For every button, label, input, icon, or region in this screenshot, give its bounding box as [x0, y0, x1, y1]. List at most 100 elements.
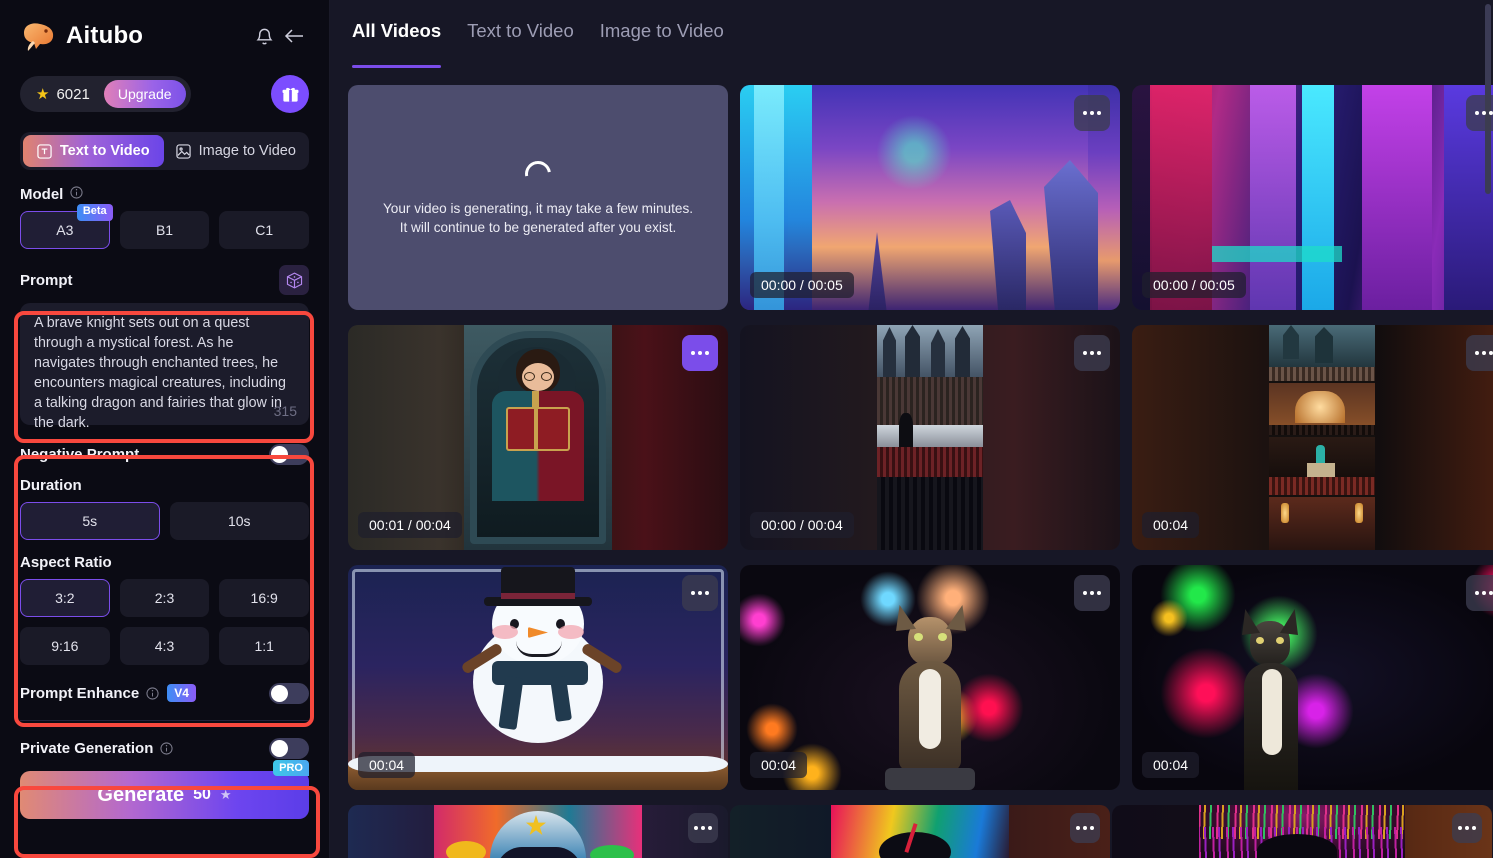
generate-button[interactable]: Generate 50 ★ PRO	[20, 760, 309, 819]
video-timestamp: 00:04	[1142, 752, 1200, 778]
main-content: All Videos Text to Video Image to Video …	[330, 0, 1493, 858]
video-card[interactable]: 00:04	[1132, 565, 1493, 790]
aspect-ratio-label: Aspect Ratio	[20, 554, 112, 571]
video-timestamp: 00:01 / 00:04	[358, 512, 462, 538]
prompt-label: Prompt	[20, 271, 73, 289]
prompt-input[interactable]: A brave knight sets out on a quest throu…	[20, 303, 309, 431]
info-icon[interactable]	[146, 686, 159, 700]
aspect-ratio-1-1[interactable]: 1:1	[219, 627, 310, 665]
more-options-icon[interactable]	[682, 575, 718, 611]
more-options-icon[interactable]	[1074, 335, 1110, 371]
mode-image-to-video-label: Image to Video	[198, 143, 296, 159]
prompt-enhance-toggle[interactable]	[269, 682, 309, 704]
video-thumbnail	[1112, 805, 1492, 858]
video-card[interactable]: 00:04	[740, 565, 1120, 790]
aspect-ratio-4-3[interactable]: 4:3	[119, 627, 210, 665]
duration-options: 5s 10s	[20, 502, 309, 540]
duration-label: Duration	[20, 477, 82, 494]
video-card[interactable]: 00:04	[1132, 325, 1493, 550]
beta-badge: Beta	[76, 204, 113, 221]
video-timestamp: 00:04	[358, 752, 416, 778]
info-icon[interactable]	[70, 186, 83, 203]
notification-bell-icon[interactable]	[249, 21, 279, 51]
aspect-ratio-2-3[interactable]: 2:3	[119, 579, 210, 617]
star-icon: ★	[219, 787, 232, 802]
credits-row: ★ 6021 Upgrade	[0, 58, 329, 118]
app-root: Aitubo ★ 6021 Upgrade Text to Video Imag…	[0, 0, 1493, 858]
video-timestamp: 00:00 / 00:04	[750, 512, 854, 538]
pending-line-2: It will continue to be generated after y…	[399, 219, 677, 235]
video-card[interactable]: 00:01 / 00:04	[348, 325, 728, 550]
mode-text-to-video[interactable]: Text to Video	[23, 135, 164, 167]
tab-all-videos[interactable]: All Videos	[352, 20, 442, 68]
negative-prompt-label: Negative Prompt	[20, 445, 140, 463]
credit-balance-pill[interactable]: ★ 6021 Upgrade	[20, 76, 191, 112]
video-card[interactable]: 00:04	[348, 565, 728, 790]
more-options-icon[interactable]	[1466, 575, 1493, 611]
model-options: A3 Beta B1 C1	[20, 204, 310, 249]
mode-switch: Text to Video Image to Video	[20, 132, 309, 170]
dice-icon[interactable]	[279, 265, 309, 295]
video-timestamp: 00:00 / 00:05	[1142, 272, 1246, 298]
pro-badge: PRO	[273, 760, 309, 776]
prompt-enhance-label: Prompt Enhance	[20, 684, 140, 702]
private-generation-row: Private Generation	[20, 731, 309, 765]
generate-label: Generate	[97, 783, 185, 806]
aspect-ratio-3-2[interactable]: 3:2	[20, 579, 110, 617]
more-options-icon[interactable]	[1466, 335, 1493, 371]
pending-video-card[interactable]: Your video is generating, it may take a …	[348, 85, 728, 310]
more-options-icon[interactable]	[1452, 813, 1482, 843]
video-timestamp: 00:00 / 00:05	[750, 272, 854, 298]
generate-cost: 50	[193, 786, 211, 803]
aspect-ratio-9-16[interactable]: 9:16	[20, 627, 110, 665]
model-section-label: Model	[20, 186, 309, 203]
video-card[interactable]: 00:00 / 00:05	[1132, 85, 1493, 310]
more-options-icon[interactable]	[1074, 575, 1110, 611]
private-generation-toggle[interactable]	[269, 737, 309, 759]
model-option-a3[interactable]: A3 Beta	[20, 204, 113, 249]
video-card[interactable]	[1112, 805, 1492, 858]
model-option-c1[interactable]: C1	[219, 211, 310, 249]
model-option-a3-label: A3	[56, 222, 74, 238]
brand-row: Aitubo	[0, 0, 329, 58]
model-option-b1[interactable]: B1	[119, 211, 210, 249]
more-options-icon[interactable]	[688, 813, 718, 843]
mode-image-to-video[interactable]: Image to Video	[166, 135, 307, 167]
aspect-ratio-16-9[interactable]: 16:9	[219, 579, 310, 617]
video-card[interactable]	[348, 805, 728, 858]
loading-spinner-icon	[519, 155, 557, 192]
info-icon[interactable]	[160, 741, 173, 755]
private-generation-label: Private Generation	[20, 739, 154, 757]
duration-option-10s[interactable]: 10s	[169, 502, 309, 540]
image-icon	[175, 143, 191, 159]
aspect-ratio-options-row1: 3:2 2:3 16:9	[20, 579, 310, 617]
duration-option-5s[interactable]: 5s	[20, 502, 160, 540]
upgrade-button[interactable]: Upgrade	[103, 80, 186, 108]
negative-prompt-row: Negative Prompt	[20, 437, 309, 471]
model-option-b1-label: B1	[155, 222, 174, 238]
text-icon	[37, 143, 52, 159]
credit-amount: 6021	[56, 85, 90, 103]
video-card[interactable]	[730, 805, 1110, 858]
video-card[interactable]: 00:00 / 00:04	[740, 325, 1120, 550]
tab-text-to-video[interactable]: Text to Video	[467, 20, 574, 68]
negative-prompt-toggle[interactable]	[269, 443, 309, 465]
gift-icon[interactable]	[271, 75, 309, 113]
video-thumbnail	[348, 805, 728, 858]
back-arrow-icon[interactable]	[279, 21, 309, 51]
tab-image-to-video[interactable]: Image to Video	[600, 20, 724, 68]
more-options-icon[interactable]	[1466, 95, 1493, 131]
mode-text-to-video-label: Text to Video	[59, 143, 150, 159]
more-options-icon[interactable]	[1074, 95, 1110, 131]
sidebar: Aitubo ★ 6021 Upgrade Text to Video Imag…	[0, 0, 330, 858]
model-label-text: Model	[20, 186, 64, 203]
more-options-icon[interactable]	[682, 335, 718, 371]
video-card[interactable]: 00:00 / 00:05	[740, 85, 1120, 310]
model-option-c1-label: C1	[255, 222, 274, 238]
star-icon: ★	[36, 85, 50, 103]
prompt-enhance-row: Prompt Enhance V4	[20, 676, 309, 710]
more-options-icon[interactable]	[1070, 813, 1100, 843]
prompt-text-value: A brave knight sets out on a quest throu…	[34, 315, 290, 431]
aspect-ratio-options-row2: 9:16 4:3 1:1	[20, 627, 310, 665]
pending-line-1: Your video is generating, it may take a …	[382, 200, 694, 216]
